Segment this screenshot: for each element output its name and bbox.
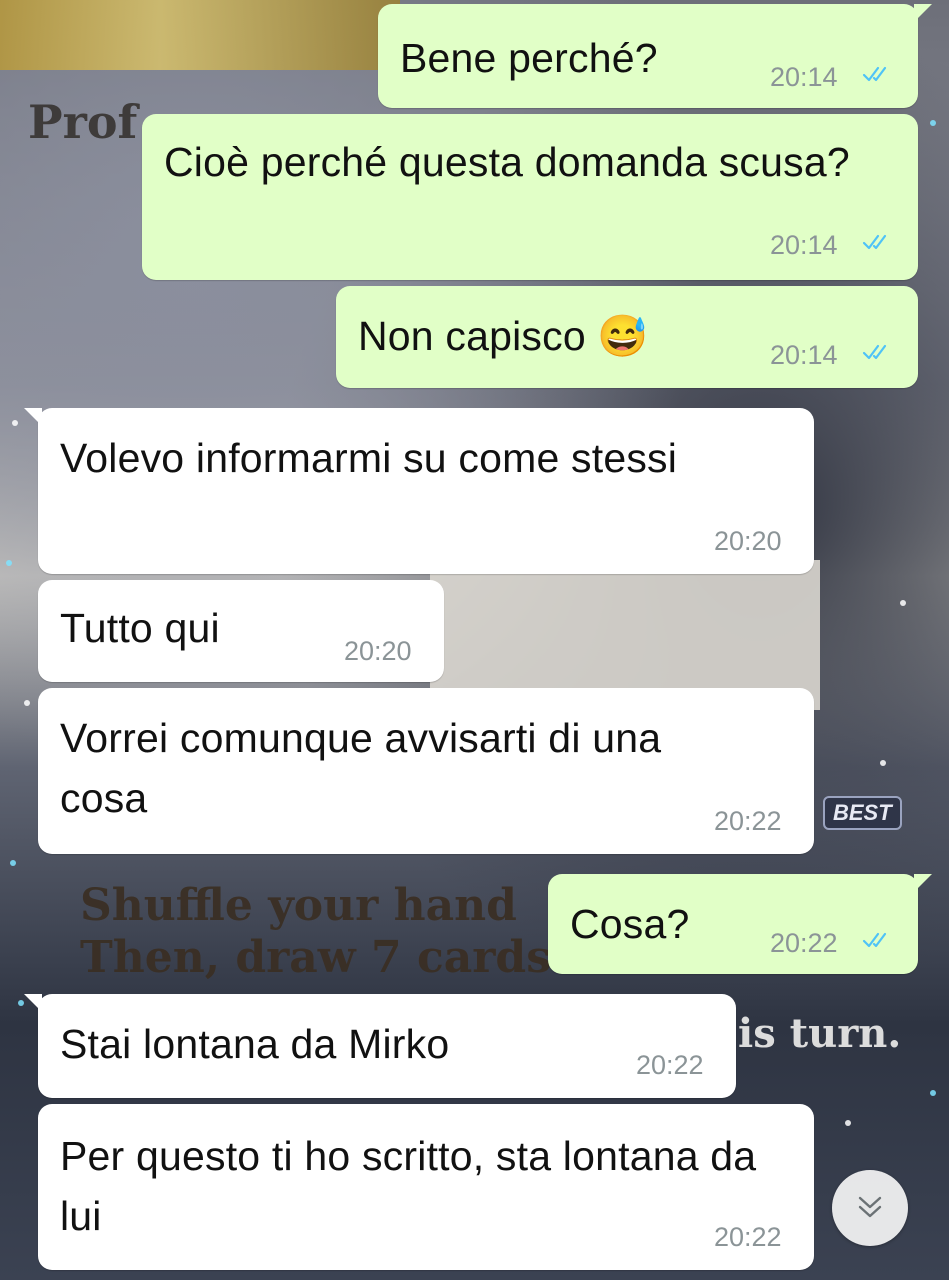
message-text: Non capisco 😅 [358, 313, 649, 359]
message-timestamp: 20:14 [770, 62, 838, 92]
wallpaper-sparkle [930, 1090, 936, 1096]
message-bubble-incoming[interactable]: Tutto qui 20:20 [38, 580, 444, 682]
double-check-icon [862, 344, 887, 360]
scroll-to-bottom-button[interactable] [832, 1170, 908, 1246]
message-bubble-outgoing[interactable]: Non capisco 😅 20:14 [336, 286, 918, 388]
message-text: Vorrei comunque avvisarti di una cosa [60, 715, 662, 821]
message-bubble-incoming[interactable]: Per questo ti ho scritto, sta lontana da… [38, 1104, 814, 1270]
wallpaper-sparkle [845, 1120, 851, 1126]
wallpaper-card-text: Prof [28, 95, 138, 149]
wallpaper-card-rules-right: is turn. [738, 1010, 902, 1057]
double-check-icon [862, 234, 887, 250]
message-bubble-incoming[interactable]: Stai lontana da Mirko 20:22 [24, 994, 736, 1098]
message-bubble-outgoing[interactable]: Cosa? 20:22 [548, 874, 932, 974]
wallpaper-card-rules: Shuffle your hand Then, draw 7 cards [80, 880, 551, 984]
wallpaper-sparkle [24, 700, 30, 706]
message-timestamp: 20:20 [714, 526, 782, 556]
double-check-icon [862, 932, 887, 948]
wallpaper-rule-line-1: Shuffle your hand [80, 880, 517, 931]
message-text: Volevo informarmi su come stessi [60, 435, 678, 481]
message-text: Stai lontana da Mirko [60, 1021, 450, 1067]
message-text: Tutto qui [60, 605, 220, 651]
message-timestamp: 20:20 [344, 636, 412, 666]
bubble-tail [914, 4, 932, 22]
message-timestamp: 20:14 [770, 230, 838, 260]
wallpaper-sparkle [880, 760, 886, 766]
message-text: Cioè perché questa domanda scusa? [164, 139, 850, 185]
message-text: Bene perché? [400, 35, 658, 81]
bubble-tail [914, 874, 932, 892]
double-check-icon [862, 66, 887, 82]
message-text: Per questo ti ho scritto, sta lontana da… [60, 1133, 757, 1239]
message-bubble-incoming[interactable]: Vorrei comunque avvisarti di una cosa 20… [38, 688, 814, 854]
wallpaper-sparkle [930, 120, 936, 126]
wallpaper-sparkle [12, 420, 18, 426]
message-timestamp: 20:22 [636, 1050, 704, 1080]
wallpaper-best-badge: BEST [823, 796, 902, 830]
bubble-tail [24, 994, 42, 1012]
message-timestamp: 20:22 [770, 928, 838, 958]
message-timestamp: 20:14 [770, 340, 838, 370]
wallpaper-sparkle [10, 860, 16, 866]
chevron-double-down-icon [858, 1196, 882, 1218]
bubble-tail [24, 408, 42, 426]
message-text: Cosa? [570, 901, 690, 947]
message-timestamp: 20:22 [714, 1222, 782, 1252]
wallpaper-sparkle [900, 600, 906, 606]
wallpaper-rule-line-2: Then, draw 7 cards [80, 932, 551, 983]
wallpaper-sparkle [6, 560, 12, 566]
wallpaper-card-banner [0, 0, 400, 70]
message-bubble-incoming[interactable]: Volevo informarmi su come stessi 20:20 [24, 408, 814, 574]
message-bubble-outgoing[interactable]: Bene perché? 20:14 [378, 4, 932, 108]
message-timestamp: 20:22 [714, 806, 782, 836]
message-bubble-outgoing[interactable]: Cioè perché questa domanda scusa? 20:14 [142, 114, 918, 280]
